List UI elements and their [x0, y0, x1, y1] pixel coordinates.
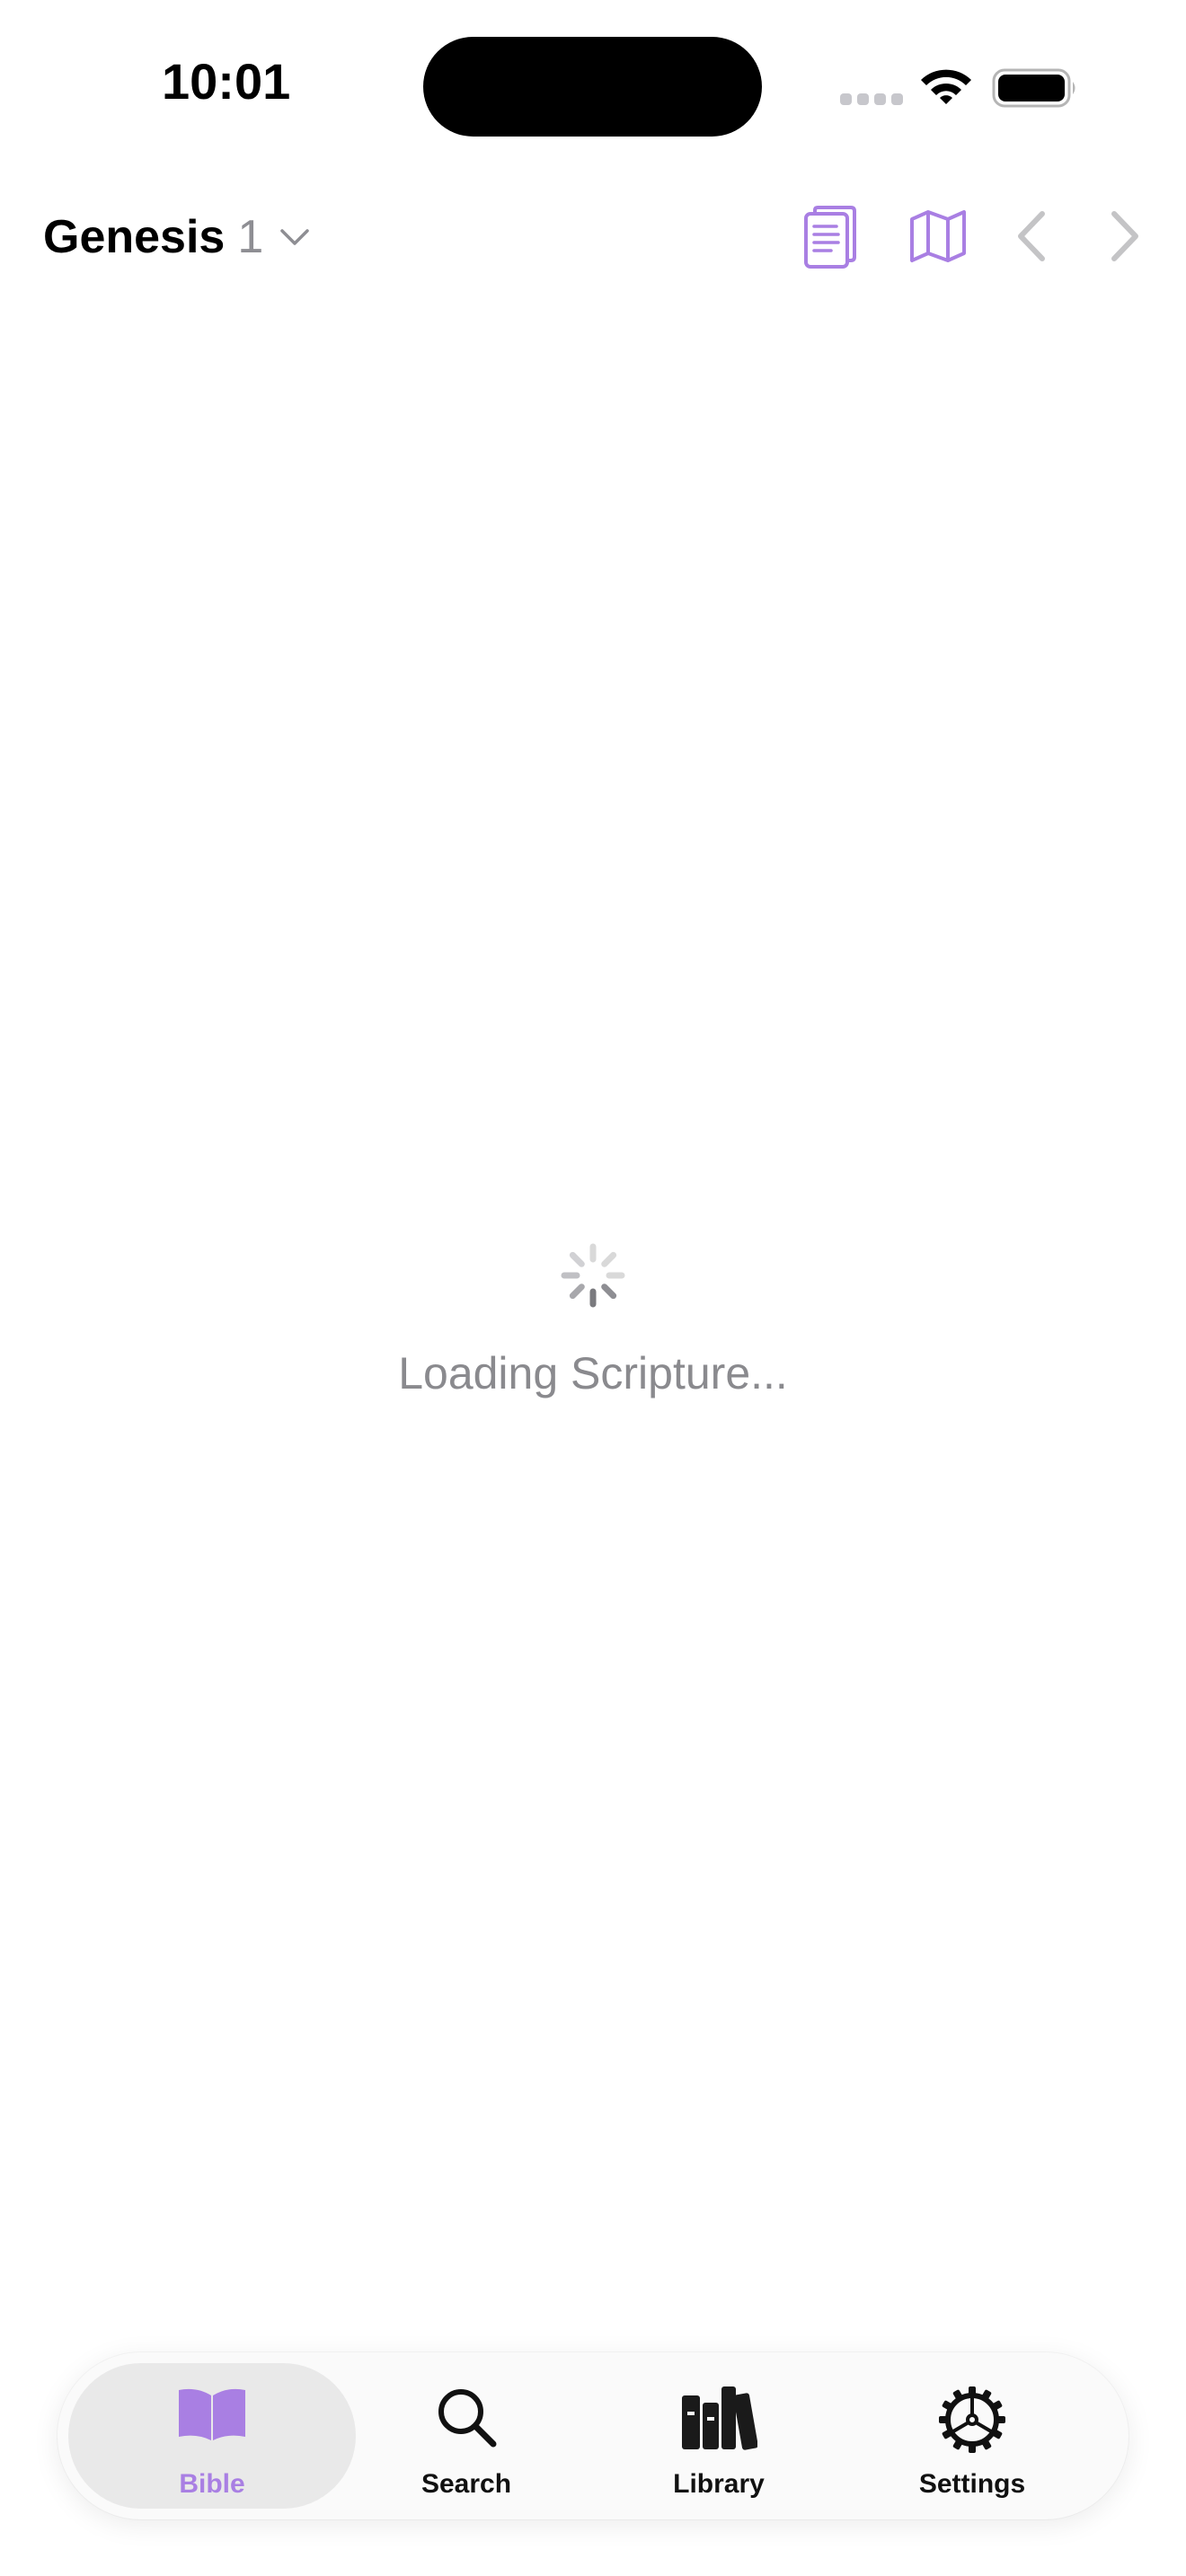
map-icon[interactable] — [908, 208, 968, 264]
reader-icon[interactable] — [802, 205, 858, 269]
loading-text: Loading Scripture... — [398, 1348, 788, 1398]
book-name: Genesis — [43, 211, 226, 263]
library-icon — [682, 2386, 757, 2450]
battery-icon — [992, 68, 1075, 108]
tab-search[interactable]: Search — [323, 2363, 610, 2509]
book-icon — [179, 2388, 245, 2440]
gear-icon — [939, 2386, 1005, 2453]
chevron-left-icon[interactable] — [1013, 208, 1049, 264]
tab-bible[interactable]: Bible — [68, 2363, 356, 2509]
chevron-right-icon[interactable] — [1107, 208, 1143, 264]
tab-settings[interactable]: Settings — [828, 2363, 1116, 2509]
tab-label: Search — [420, 2469, 512, 2499]
wifi-icon — [921, 69, 971, 104]
chevron-down-icon — [280, 229, 310, 245]
tab-library[interactable]: Library — [575, 2363, 863, 2509]
spinner-icon — [561, 1243, 625, 1308]
tab-label: Library — [673, 2469, 765, 2499]
tab-bar: Bible Search Library Settings — [58, 2352, 1128, 2519]
book-chapter-selector[interactable]: Genesis 1 — [43, 208, 310, 266]
tab-label: Settings — [918, 2469, 1026, 2499]
search-icon — [438, 2389, 497, 2448]
dynamic-island — [423, 37, 762, 137]
cellular-signal-icon — [840, 93, 903, 106]
tab-label: Bible — [179, 2469, 245, 2499]
chapter-number: 1 — [237, 211, 264, 263]
status-time: 10:01 — [162, 53, 291, 110]
